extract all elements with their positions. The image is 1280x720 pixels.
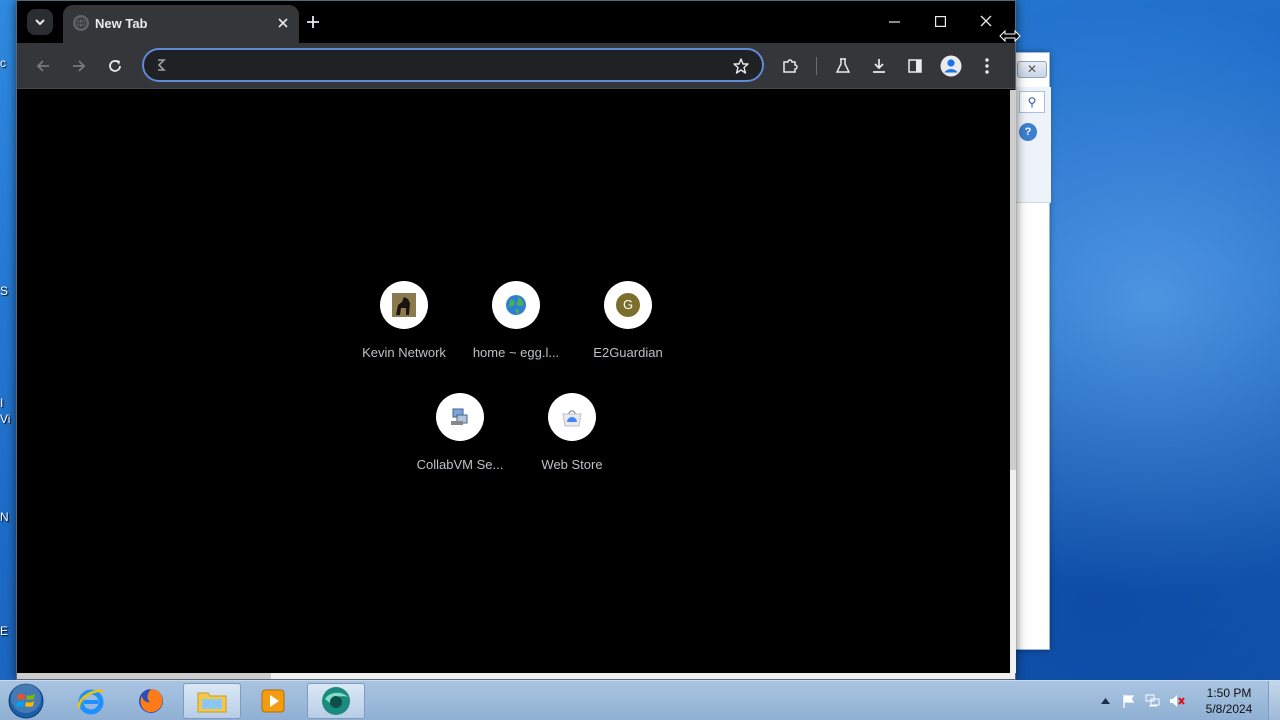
- letter-g-favicon-icon: G: [604, 281, 652, 329]
- tab-title: New Tab: [95, 16, 148, 31]
- chevron-up-icon: [1100, 698, 1110, 704]
- arrow-right-icon: [73, 60, 86, 72]
- shortcut-label: Web Store: [541, 457, 603, 472]
- kebab-menu-icon: [985, 58, 989, 74]
- browser-app-icon: [322, 687, 350, 715]
- globe-favicon-icon: [492, 281, 540, 329]
- new-tab-button[interactable]: [301, 10, 325, 34]
- tab-new-tab[interactable]: New Tab: [63, 5, 299, 43]
- taskbar-media-player[interactable]: [244, 683, 302, 719]
- extensions-button[interactable]: [775, 51, 805, 81]
- taskbar-file-explorer[interactable]: [183, 683, 241, 719]
- folder-icon: [197, 692, 227, 713]
- webstore-favicon-icon: [548, 393, 596, 441]
- avatar-icon: [940, 55, 962, 77]
- maximize-icon: [934, 15, 946, 27]
- downloads-button[interactable]: [864, 51, 894, 81]
- bookmark-star-icon[interactable]: [730, 55, 752, 77]
- tab-strip: New Tab: [17, 1, 1015, 43]
- minimize-button[interactable]: [874, 7, 914, 35]
- windows-orb-icon: [8, 683, 44, 719]
- arrow-left-icon: [36, 60, 49, 72]
- shortcut-tile[interactable]: Kevin Network: [348, 281, 460, 393]
- labs-button[interactable]: [828, 51, 858, 81]
- tab-close-button[interactable]: [273, 13, 293, 33]
- minimize-icon: [888, 20, 900, 23]
- shortcut-label: home ~ egg.l...: [472, 345, 560, 360]
- firefox-icon: [139, 689, 163, 713]
- profile-button[interactable]: [936, 51, 966, 81]
- flask-icon: [836, 58, 850, 73]
- maximize-button[interactable]: [920, 7, 960, 35]
- tab-search-button[interactable]: [27, 9, 53, 35]
- side-panel-icon: [908, 59, 922, 73]
- download-icon: [873, 59, 885, 73]
- new-tab-page: Kevin Network home ~ egg.l... G E2Guardi…: [17, 90, 1015, 673]
- forward-button[interactable]: [64, 51, 94, 81]
- help-icon[interactable]: ?: [1019, 123, 1037, 141]
- action-center-flag-icon[interactable]: [1120, 693, 1138, 709]
- shortcut-label: CollabVM Se...: [416, 457, 504, 472]
- media-player-icon: [261, 689, 285, 713]
- browser-toolbar: [17, 43, 1015, 89]
- shortcut-tile[interactable]: Web Store: [516, 393, 628, 505]
- system-tray: 1:50 PM 5/8/2024: [1094, 681, 1280, 720]
- side-panel-button[interactable]: [900, 51, 930, 81]
- background-window[interactable]: ✕ ⚲ ?: [1010, 52, 1051, 650]
- chevron-down-icon: [35, 19, 45, 26]
- show-hidden-icons-button[interactable]: [1098, 693, 1112, 709]
- puzzle-icon: [783, 59, 798, 73]
- shortcut-tile[interactable]: CollabVM Se...: [404, 393, 516, 505]
- background-window-close-button[interactable]: ✕: [1017, 61, 1047, 78]
- network-icon[interactable]: [1144, 693, 1162, 709]
- close-icon: [278, 18, 288, 28]
- letter-g-badge: G: [616, 293, 640, 317]
- horse-favicon-icon: [380, 281, 428, 329]
- internet-explorer-icon: [77, 689, 104, 715]
- shortcut-label: E2Guardian: [593, 345, 663, 360]
- taskbar: 1:50 PM 5/8/2024: [0, 680, 1280, 720]
- shortcut-tile[interactable]: home ~ egg.l...: [460, 281, 572, 393]
- show-desktop-button[interactable]: [1268, 681, 1280, 720]
- plus-icon: [307, 16, 319, 28]
- scrollbar-thumb[interactable]: [17, 673, 271, 679]
- start-button[interactable]: [4, 682, 48, 720]
- globe-icon: [73, 15, 89, 31]
- shortcut-label: Kevin Network: [362, 345, 446, 360]
- browser-window: New Tab Kevin Network home ~ egg.l... G …: [16, 0, 1016, 680]
- shortcut-tile[interactable]: G E2Guardian: [572, 281, 684, 393]
- resize-cursor-icon: [999, 29, 1021, 43]
- search-icon[interactable]: ⚲: [1019, 91, 1045, 113]
- menu-button[interactable]: [972, 51, 1002, 81]
- clock-date: 5/8/2024: [1205, 702, 1253, 716]
- taskbar-clock[interactable]: 1:50 PM 5/8/2024: [1196, 685, 1262, 717]
- clock-time: 1:50 PM: [1206, 686, 1252, 700]
- search-engine-icon: [152, 56, 170, 74]
- scrollbar-thumb[interactable]: [1010, 90, 1016, 470]
- volume-muted-icon[interactable]: [1168, 693, 1186, 709]
- toolbar-separator: [816, 57, 817, 75]
- taskbar-active-browser[interactable]: [307, 683, 365, 719]
- taskbar-firefox[interactable]: [122, 683, 180, 719]
- taskbar-internet-explorer[interactable]: [62, 683, 120, 719]
- address-bar[interactable]: [142, 48, 764, 82]
- close-icon: [980, 15, 992, 27]
- back-button[interactable]: [28, 51, 58, 81]
- collabvm-favicon-icon: [436, 393, 484, 441]
- reload-button[interactable]: [100, 51, 130, 81]
- address-input[interactable]: [176, 54, 716, 76]
- background-window-toolbar: ⚲ ?: [1011, 87, 1051, 203]
- horizontal-scrollbar[interactable]: [17, 673, 1015, 679]
- reload-icon: [109, 60, 121, 72]
- vertical-scrollbar[interactable]: [1010, 90, 1016, 673]
